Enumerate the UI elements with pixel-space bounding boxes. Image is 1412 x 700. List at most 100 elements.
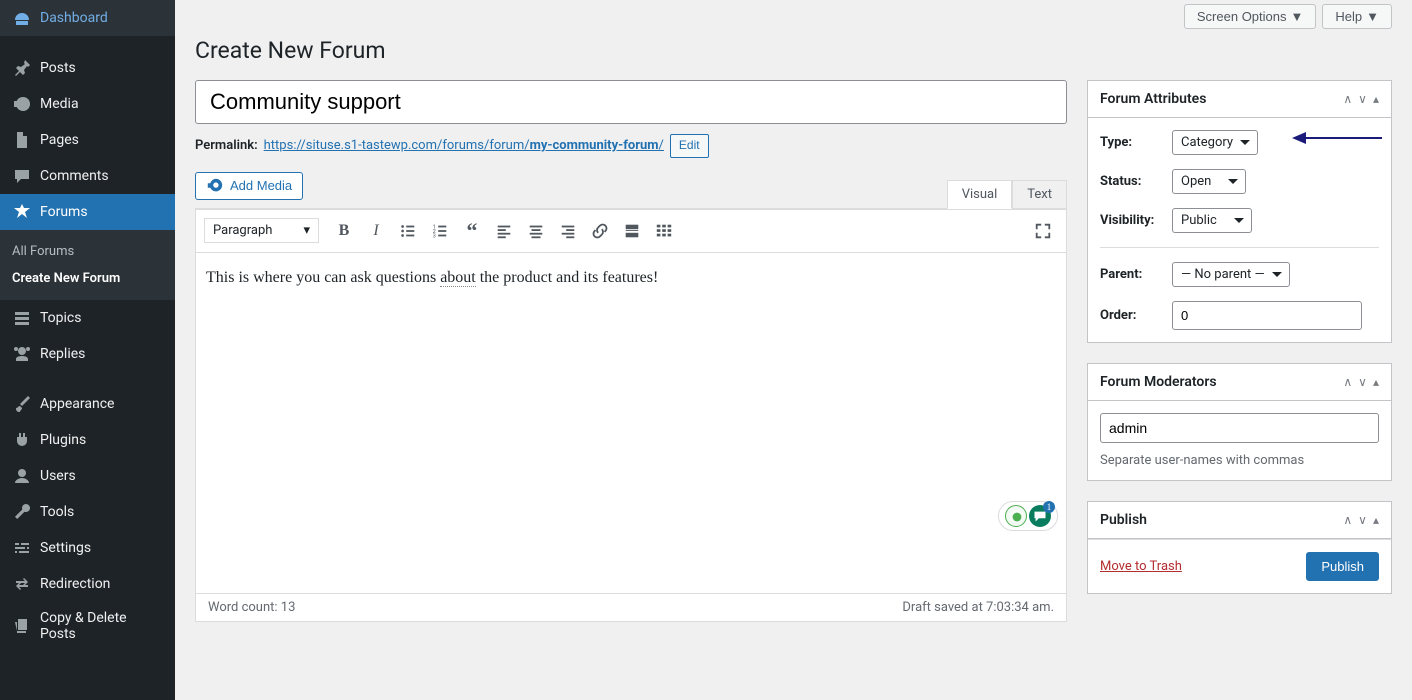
chevron-down-icon: ▾ xyxy=(303,223,310,238)
forum-icon xyxy=(12,202,32,222)
ol-button[interactable]: 123 xyxy=(425,216,455,246)
sidebar-label: Redirection xyxy=(40,576,110,592)
sidebar-item-replies[interactable]: Replies xyxy=(0,336,175,372)
visibility-select[interactable]: Public xyxy=(1172,208,1252,233)
metabox-heading: Forum Moderators xyxy=(1100,374,1217,390)
redirect-icon xyxy=(12,574,32,594)
tab-visual[interactable]: Visual xyxy=(947,180,1013,209)
toggle-button[interactable]: ▴ xyxy=(1373,513,1379,527)
type-label: Type: xyxy=(1100,135,1172,150)
readmore-button[interactable] xyxy=(617,216,647,246)
edit-slug-button[interactable]: Edit xyxy=(670,134,709,158)
move-up-button[interactable]: ∧ xyxy=(1343,375,1352,389)
brush-icon xyxy=(12,394,32,414)
parent-select[interactable]: — No parent — xyxy=(1172,262,1290,287)
sidebar-item-copy-delete-posts[interactable]: Copy & Delete Posts xyxy=(0,602,175,650)
sidebar-item-settings[interactable]: Settings xyxy=(0,530,175,566)
chevron-down-icon: ▼ xyxy=(1366,9,1379,24)
chevron-down-icon: ▼ xyxy=(1291,9,1304,24)
order-input[interactable] xyxy=(1172,301,1362,330)
order-label: Order: xyxy=(1100,308,1172,323)
moderators-input[interactable] xyxy=(1100,413,1379,443)
sidebar-item-tools[interactable]: Tools xyxy=(0,494,175,530)
metabox-moderators: Forum Moderators ∧ ∨ ▴ Separate user-nam… xyxy=(1087,363,1392,481)
dashboard-icon xyxy=(12,8,32,28)
ul-button[interactable] xyxy=(393,216,423,246)
format-dropdown[interactable]: Paragraph▾ xyxy=(204,218,319,243)
sidebar-item-posts[interactable]: Posts xyxy=(0,50,175,86)
publish-button[interactable]: Publish xyxy=(1306,552,1379,581)
move-down-button[interactable]: ∨ xyxy=(1358,375,1367,389)
plugin-icon xyxy=(12,430,32,450)
sidebar-item-appearance[interactable]: Appearance xyxy=(0,386,175,422)
metabox-forum-attributes: Forum Attributes ∧ ∨ ▴ Type: Category xyxy=(1087,80,1392,343)
wrench-icon xyxy=(12,502,32,522)
tab-text[interactable]: Text xyxy=(1012,180,1067,208)
comment-icon xyxy=(12,166,32,186)
metabox-publish: Publish ∧ ∨ ▴ Move to Trash Publish xyxy=(1087,501,1392,594)
sidebar-item-users[interactable]: Users xyxy=(0,458,175,494)
parent-label: Parent: xyxy=(1100,267,1172,282)
type-select[interactable]: Category xyxy=(1172,130,1258,155)
sidebar-sub-all-forums[interactable]: All Forums xyxy=(0,238,175,265)
editor-box: Paragraph▾ B I 123 “ xyxy=(195,208,1067,622)
user-icon xyxy=(12,466,32,486)
sidebar-label: Media xyxy=(40,96,79,112)
move-up-button[interactable]: ∧ xyxy=(1343,513,1352,527)
move-up-button[interactable]: ∧ xyxy=(1343,92,1352,106)
link-button[interactable] xyxy=(585,216,615,246)
move-down-button[interactable]: ∨ xyxy=(1358,92,1367,106)
align-center-button[interactable] xyxy=(521,216,551,246)
page-icon xyxy=(12,130,32,150)
forum-title-input[interactable] xyxy=(195,80,1067,124)
metabox-heading: Forum Attributes xyxy=(1100,91,1206,107)
bold-button[interactable]: B xyxy=(329,216,359,246)
moderators-hint: Separate user-names with commas xyxy=(1100,453,1379,468)
sidebar-label: Tools xyxy=(40,504,74,520)
italic-button[interactable]: I xyxy=(361,216,391,246)
svg-text:3: 3 xyxy=(433,233,436,239)
visibility-label: Visibility: xyxy=(1100,213,1172,228)
sidebar-label: Appearance xyxy=(40,396,114,412)
move-to-trash-link[interactable]: Move to Trash xyxy=(1100,559,1182,574)
permalink-label: Permalink: xyxy=(195,138,258,153)
copy-icon xyxy=(12,616,32,636)
toolbar-toggle-button[interactable] xyxy=(649,216,679,246)
screen-options-button[interactable]: Screen Options▼ xyxy=(1184,4,1316,29)
word-count: Word count: 13 xyxy=(208,600,295,615)
sidebar-item-redirection[interactable]: Redirection xyxy=(0,566,175,602)
main-content: Screen Options▼ Help▼ Create New Forum P… xyxy=(175,0,1412,700)
quote-button[interactable]: “ xyxy=(457,216,487,246)
toggle-button[interactable]: ▴ xyxy=(1373,375,1379,389)
help-button[interactable]: Help▼ xyxy=(1322,4,1392,29)
sidebar-item-plugins[interactable]: Plugins xyxy=(0,422,175,458)
sidebar-item-pages[interactable]: Pages xyxy=(0,122,175,158)
move-down-button[interactable]: ∨ xyxy=(1358,513,1367,527)
sidebar-submenu: All Forums Create New Forum xyxy=(0,230,175,300)
admin-sidebar: Dashboard Posts Media Pages Comments For… xyxy=(0,0,175,700)
sidebar-item-forums[interactable]: Forums xyxy=(0,194,175,230)
sidebar-item-dashboard[interactable]: Dashboard xyxy=(0,0,175,36)
chat-bubble-icon[interactable]: 1 xyxy=(1029,505,1051,527)
sidebar-item-media[interactable]: Media xyxy=(0,86,175,122)
sidebar-label: Users xyxy=(40,468,76,484)
sidebar-sub-create-new[interactable]: Create New Forum xyxy=(0,265,175,292)
add-media-button[interactable]: Add Media xyxy=(195,172,303,200)
sidebar-item-comments[interactable]: Comments xyxy=(0,158,175,194)
align-left-button[interactable] xyxy=(489,216,519,246)
page-title: Create New Forum xyxy=(195,37,1392,64)
fullscreen-button[interactable] xyxy=(1028,216,1058,246)
sidebar-label: Posts xyxy=(40,60,76,76)
toggle-button[interactable]: ▴ xyxy=(1373,92,1379,106)
sidebar-label: Settings xyxy=(40,540,91,556)
media-icon xyxy=(12,94,32,114)
sidebar-label: Copy & Delete Posts xyxy=(40,610,163,642)
editor-content[interactable]: This is where you can ask questions abou… xyxy=(196,253,1066,593)
sidebar-label: Forums xyxy=(40,204,88,220)
align-right-button[interactable] xyxy=(553,216,583,246)
notification-badge: 1 xyxy=(1043,501,1055,513)
permalink-link[interactable]: https://situse.s1-tastewp.com/forums/for… xyxy=(264,138,664,153)
status-select[interactable]: Open xyxy=(1172,169,1246,194)
sidebar-item-topics[interactable]: Topics xyxy=(0,300,175,336)
pin-bubble-icon[interactable] xyxy=(1005,505,1027,527)
